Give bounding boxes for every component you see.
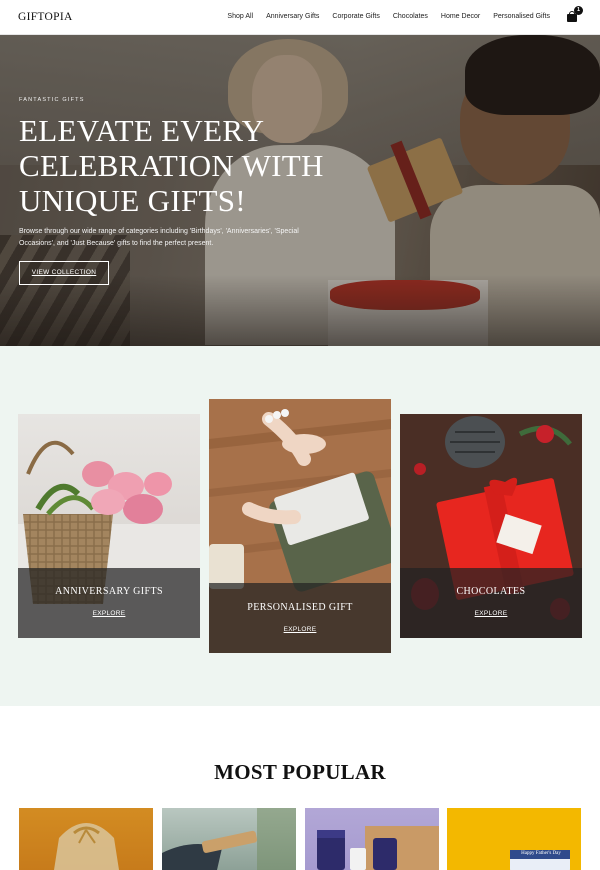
category-card-chocolates[interactable]: CHOCOLATES EXPLORE [400, 414, 582, 638]
site-header: GIFTOPIA Shop All Anniversary Gifts Corp… [0, 0, 600, 35]
main-nav: Shop All Anniversary Gifts Corporate Gif… [214, 13, 550, 20]
nav-shop-all[interactable]: Shop All [227, 13, 253, 20]
card-in-hand-image [162, 808, 296, 870]
most-popular-heading: MOST POPULAR [214, 760, 386, 784]
hero-eyebrow: FANTASTIC GIFTS [19, 97, 85, 103]
product-card[interactable] [305, 808, 439, 870]
nav-home-decor[interactable]: Home Decor [441, 13, 480, 20]
category-card-personalised[interactable]: PERSONALISED GIFT EXPLORE [209, 399, 391, 653]
logo[interactable]: GIFTOPIA [18, 11, 73, 23]
explore-link[interactable]: EXPLORE [400, 610, 582, 617]
nav-personalised-gifts[interactable]: Personalised Gifts [493, 13, 550, 20]
hero-title-line: UNIQUE GIFTS! [19, 183, 246, 218]
nav-chocolates[interactable]: Chocolates [393, 13, 428, 20]
product-card[interactable] [162, 808, 296, 870]
hero-description: Browse through our wide range of categor… [19, 228, 299, 247]
product-label: Happy Father's Day [521, 851, 561, 856]
category-section: ANNIVERSARY GIFTS EXPLORE PERSONALISED G… [0, 346, 600, 706]
category-title: CHOCOLATES [456, 586, 526, 597]
cart-button[interactable]: 1 [566, 6, 583, 24]
category-title: ANNIVERSARY GIFTS [55, 586, 163, 597]
card-overlay [209, 583, 391, 653]
nav-anniversary-gifts[interactable]: Anniversary Gifts [266, 13, 319, 20]
hero-banner: FANTASTIC GIFTS ELEVATE EVERY CELEBRATIO… [0, 35, 600, 346]
category-title: PERSONALISED GIFT [247, 602, 353, 613]
hero-title: ELEVATE EVERY CELEBRATION WITH UNIQUE GI… [19, 113, 359, 218]
grooming-kit-image [317, 826, 439, 870]
fathers-day-card-image [510, 850, 570, 870]
hero-title-line: CELEBRATION WITH [19, 148, 324, 183]
view-collection-button[interactable]: VIEW COLLECTION [19, 261, 109, 285]
product-card[interactable] [19, 808, 153, 870]
card-overlay [400, 568, 582, 638]
explore-link[interactable]: EXPLORE [18, 610, 200, 617]
card-overlay [18, 568, 200, 638]
product-card[interactable]: Happy Father's Day [447, 808, 581, 870]
hero-content: FANTASTIC GIFTS ELEVATE EVERY CELEBRATIO… [19, 97, 359, 250]
explore-link[interactable]: EXPLORE [209, 626, 391, 633]
shopping-bag-body [567, 14, 577, 22]
hero-title-line: ELEVATE EVERY [19, 113, 265, 148]
nav-corporate-gifts[interactable]: Corporate Gifts [332, 13, 379, 20]
category-card-anniversary[interactable]: ANNIVERSARY GIFTS EXPLORE [18, 414, 200, 638]
gift-bag-image [54, 823, 119, 870]
cart-count-badge: 1 [574, 6, 583, 15]
